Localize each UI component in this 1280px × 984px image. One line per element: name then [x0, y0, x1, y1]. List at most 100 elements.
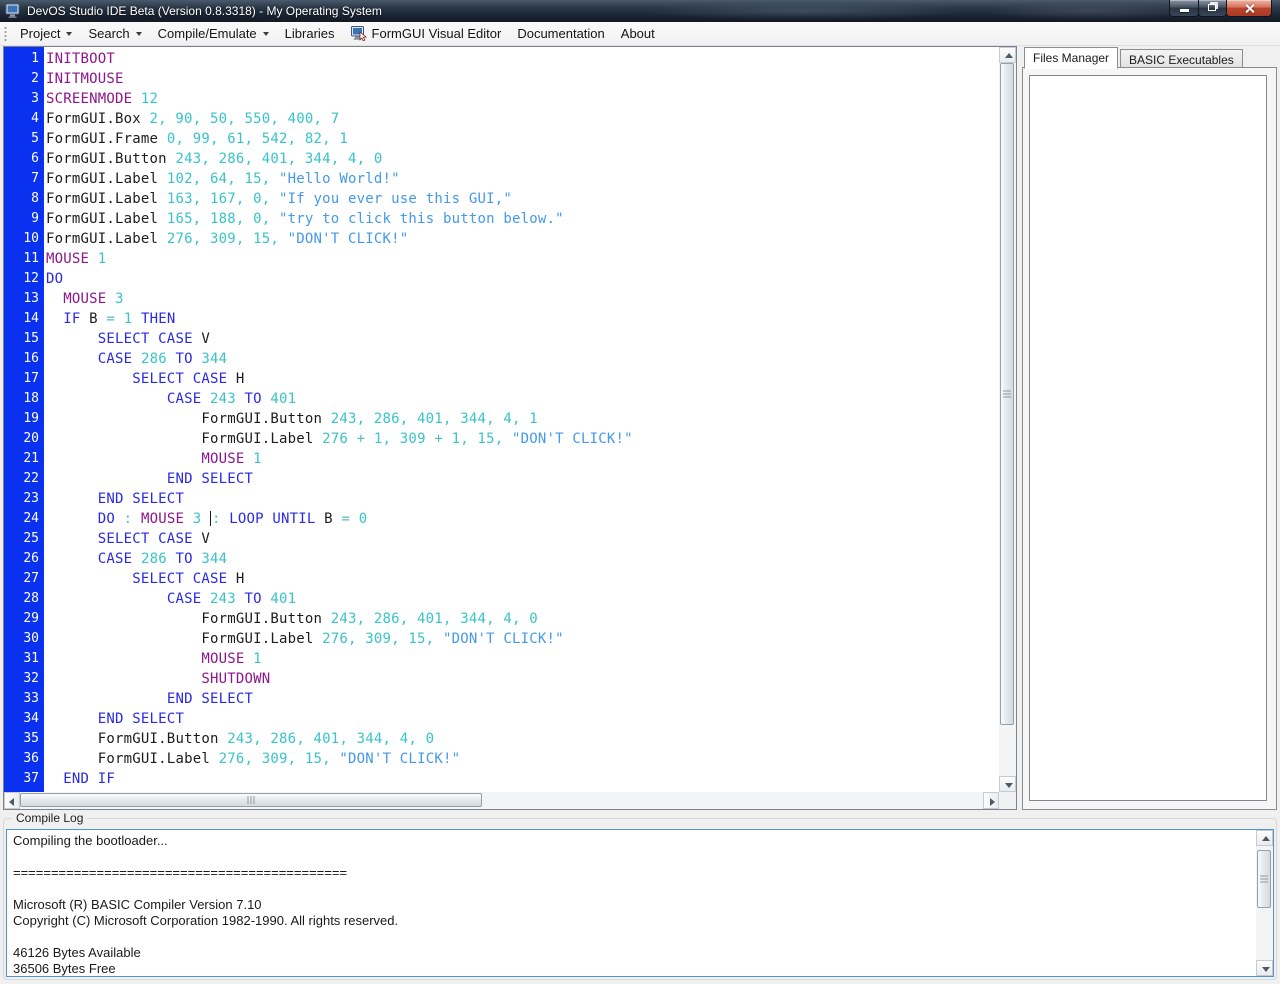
code-token-str: "DON'T CLICK!": [512, 431, 633, 447]
menu-item-documentation[interactable]: Documentation: [509, 23, 612, 44]
line-number: 19: [23, 411, 39, 426]
log-vscroll-thumb[interactable]: [1257, 850, 1271, 908]
log-line: 46126 Bytes Available: [13, 945, 141, 960]
code-token-num: 165, 188, 0,: [166, 211, 279, 227]
menu-item-label: Project: [20, 26, 61, 41]
files-manager-list[interactable]: [1029, 75, 1267, 801]
code-line: FormGUI.Frame 0, 99, 61, 542, 82, 1: [46, 129, 999, 149]
menu-item-label: Compile/Emulate: [157, 26, 257, 41]
code-line: SELECT CASE V: [46, 329, 999, 349]
menu-item-libraries[interactable]: Libraries: [277, 23, 343, 44]
code-line: FormGUI.Button 243, 286, 401, 344, 4, 0: [46, 729, 999, 749]
scroll-right-button[interactable]: [983, 792, 999, 809]
code-token-id: FormGUI.Button: [201, 411, 331, 427]
code-token-kw: LOOP UNTIL: [229, 511, 325, 527]
code-line: CASE 286 TO 344: [46, 549, 999, 569]
code-line: FormGUI.Label 102, 64, 15, "Hello World!…: [46, 169, 999, 189]
code-line: END SELECT: [46, 709, 999, 729]
log-line: Copyright (C) Microsoft Corporation 1982…: [13, 913, 399, 928]
menu-bar: Project Search Compile/Emulate Libraries For…: [0, 22, 1280, 46]
code-token-kw: END IF: [63, 771, 116, 787]
scroll-up-button[interactable]: [1256, 830, 1273, 846]
tab-basic-executables[interactable]: BASIC Executables: [1120, 49, 1243, 68]
chevron-down-icon: [262, 31, 269, 36]
code-token-num: 3: [115, 291, 124, 307]
line-number: 26: [23, 551, 39, 566]
code-token-num: 243, 286, 401, 344, 4, 0: [175, 151, 383, 167]
menu-item-compile-emulate[interactable]: Compile/Emulate: [150, 23, 277, 44]
line-number: 30: [23, 631, 39, 646]
tab-files-manager[interactable]: Files Manager: [1024, 47, 1119, 69]
scroll-down-button[interactable]: [1256, 960, 1273, 976]
line-number: 28: [23, 591, 39, 606]
editor-hscroll-thumb[interactable]: [20, 793, 482, 807]
code-token-num: 163, 167, 0,: [166, 191, 279, 207]
code-token-sys: MOUSE: [140, 511, 193, 527]
line-number: 20: [23, 431, 39, 446]
code-line: SCREENMODE 12: [46, 89, 999, 109]
code-token-kw: THEN: [140, 311, 176, 327]
code-editor[interactable]: 1 2 3 4 5 6 7 8 9 10 11 12 13 14 15 16 17 18 19 20 21 22 23 24 2…: [3, 46, 1017, 810]
menu-item-about[interactable]: About: [613, 23, 663, 44]
line-number: 36: [23, 751, 39, 766]
code-token-id: B: [324, 511, 342, 527]
thumb-grip: [1260, 875, 1268, 883]
close-button[interactable]: [1226, 0, 1272, 17]
line-number: 4: [31, 111, 39, 126]
line-number: 22: [23, 471, 39, 486]
code-token-num: 401: [270, 591, 297, 607]
side-panel-tabs: Files Manager BASIC Executables: [1022, 46, 1277, 69]
line-number: 5: [31, 131, 39, 146]
code-token-kw: CASE: [166, 391, 210, 407]
desktop-blur: [980, 2, 1200, 20]
menu-item-label: Libraries: [284, 26, 335, 41]
menu-item-search[interactable]: Search: [80, 23, 149, 44]
code-token-kw: CASE: [97, 351, 141, 367]
code-token-num: 243, 286, 401, 344, 4, 1: [330, 411, 538, 427]
restore-button[interactable]: [1198, 0, 1227, 17]
editor-horizontal-scrollbar[interactable]: [4, 792, 999, 809]
code-token-id: H: [235, 371, 245, 387]
scroll-down-button[interactable]: [999, 776, 1016, 792]
code-line: END SELECT: [46, 469, 999, 489]
code-line: FormGUI.Label 276, 309, 15, "DON'T CLICK…: [46, 229, 999, 249]
code-line: IF B = 1 THEN: [46, 309, 999, 329]
scroll-up-button[interactable]: [999, 47, 1016, 63]
code-token-id: FormGUI.Label: [46, 211, 167, 227]
toolbar-grip-handle[interactable]: [4, 25, 7, 42]
code-line: FormGUI.Label 276, 309, 15, "DON'T CLICK…: [46, 629, 999, 649]
code-token-str: "DON'T CLICK!": [339, 751, 461, 767]
code-token-id: FormGUI.Button: [97, 731, 228, 747]
log-vertical-scrollbar[interactable]: [1256, 830, 1273, 976]
code-lines[interactable]: INITBOOT INITMOUSE SCREENMODE 12 FormGUI.Bo…: [44, 47, 999, 792]
code-token-str: "try to click this button below.": [279, 211, 564, 227]
minimize-button[interactable]: [1169, 0, 1199, 17]
title-bar: DevOS Studio IDE Beta (Version 0.8.3318)…: [0, 0, 1280, 22]
log-line: 36506 Bytes Free: [13, 961, 116, 976]
code-line: MOUSE 3: [46, 289, 999, 309]
chevron-down-icon: [135, 31, 142, 36]
code-line: MOUSE 1: [46, 449, 999, 469]
code-token-num: 243, 286, 401, 344, 4, 0: [330, 611, 538, 627]
desktop-blur: [640, 2, 970, 20]
line-number: 12: [23, 271, 39, 286]
code-token-id: B: [89, 311, 107, 327]
compile-log-output[interactable]: Compiling the bootloader... ============…: [6, 829, 1274, 977]
editor-vertical-scrollbar[interactable]: [999, 47, 1016, 792]
editor-vscroll-thumb[interactable]: [1000, 63, 1014, 725]
scroll-left-button[interactable]: [4, 792, 20, 809]
log-line: ========================================…: [13, 865, 348, 880]
menu-item-project[interactable]: Project: [12, 23, 80, 44]
code-token-id: FormGUI.Label: [201, 431, 323, 447]
menu-item-formgui-visual-editor[interactable]: FormGUI Visual Editor: [343, 23, 510, 44]
line-number: 14: [23, 311, 39, 326]
code-token-kw: TO: [244, 391, 271, 407]
